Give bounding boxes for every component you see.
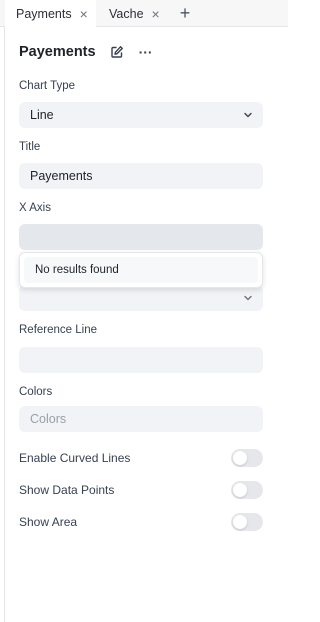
chevron-down-icon <box>244 295 252 301</box>
edit-icon[interactable] <box>110 45 124 59</box>
y-axis-select[interactable] <box>19 285 263 311</box>
close-icon[interactable]: × <box>152 7 160 21</box>
toggle-label: Enable Curved Lines <box>19 451 131 465</box>
enable-curved-lines-toggle[interactable] <box>231 449 263 467</box>
tab-vache[interactable]: Vache × <box>98 0 170 27</box>
tab-label: Payments <box>16 7 72 21</box>
chart-type-label: Chart Type <box>19 80 76 92</box>
panel-title: Payements <box>19 44 96 60</box>
show-data-points-row: Show Data Points <box>19 481 263 499</box>
reference-line-label: Reference Line <box>19 324 97 336</box>
x-axis-label: X Axis <box>19 202 51 214</box>
toggle-label: Show Area <box>19 515 78 529</box>
title-label: Title <box>19 141 41 153</box>
colors-input[interactable]: Colors <box>19 406 263 432</box>
colors-placeholder: Colors <box>30 412 67 426</box>
close-icon[interactable]: × <box>80 7 88 21</box>
chart-type-select[interactable]: Line <box>19 102 263 128</box>
plus-icon[interactable]: + <box>176 4 194 22</box>
x-axis-select[interactable] <box>19 224 263 250</box>
tab-label: Vache <box>109 6 144 21</box>
reference-line-input[interactable] <box>19 347 263 373</box>
tab-bar: Payments × Vache × + <box>0 0 288 28</box>
toggle-label: Show Data Points <box>19 483 115 497</box>
show-area-toggle[interactable] <box>231 513 263 531</box>
tab-payments[interactable]: Payments × <box>5 0 96 28</box>
title-value: Payements <box>30 169 93 183</box>
chevron-down-icon <box>244 112 252 118</box>
colors-label: Colors <box>19 386 53 398</box>
title-input[interactable]: Payements <box>19 163 263 189</box>
no-results-message: No results found <box>24 257 258 283</box>
x-axis-dropdown: No results found <box>19 252 263 288</box>
more-horizontal-icon[interactable]: ··· <box>139 45 153 59</box>
panel-header: Payements ··· <box>19 42 153 62</box>
enable-curved-lines-row: Enable Curved Lines <box>19 449 263 467</box>
show-area-row: Show Area <box>19 513 263 531</box>
chart-type-value: Line <box>30 108 54 122</box>
show-data-points-toggle[interactable] <box>231 481 263 499</box>
